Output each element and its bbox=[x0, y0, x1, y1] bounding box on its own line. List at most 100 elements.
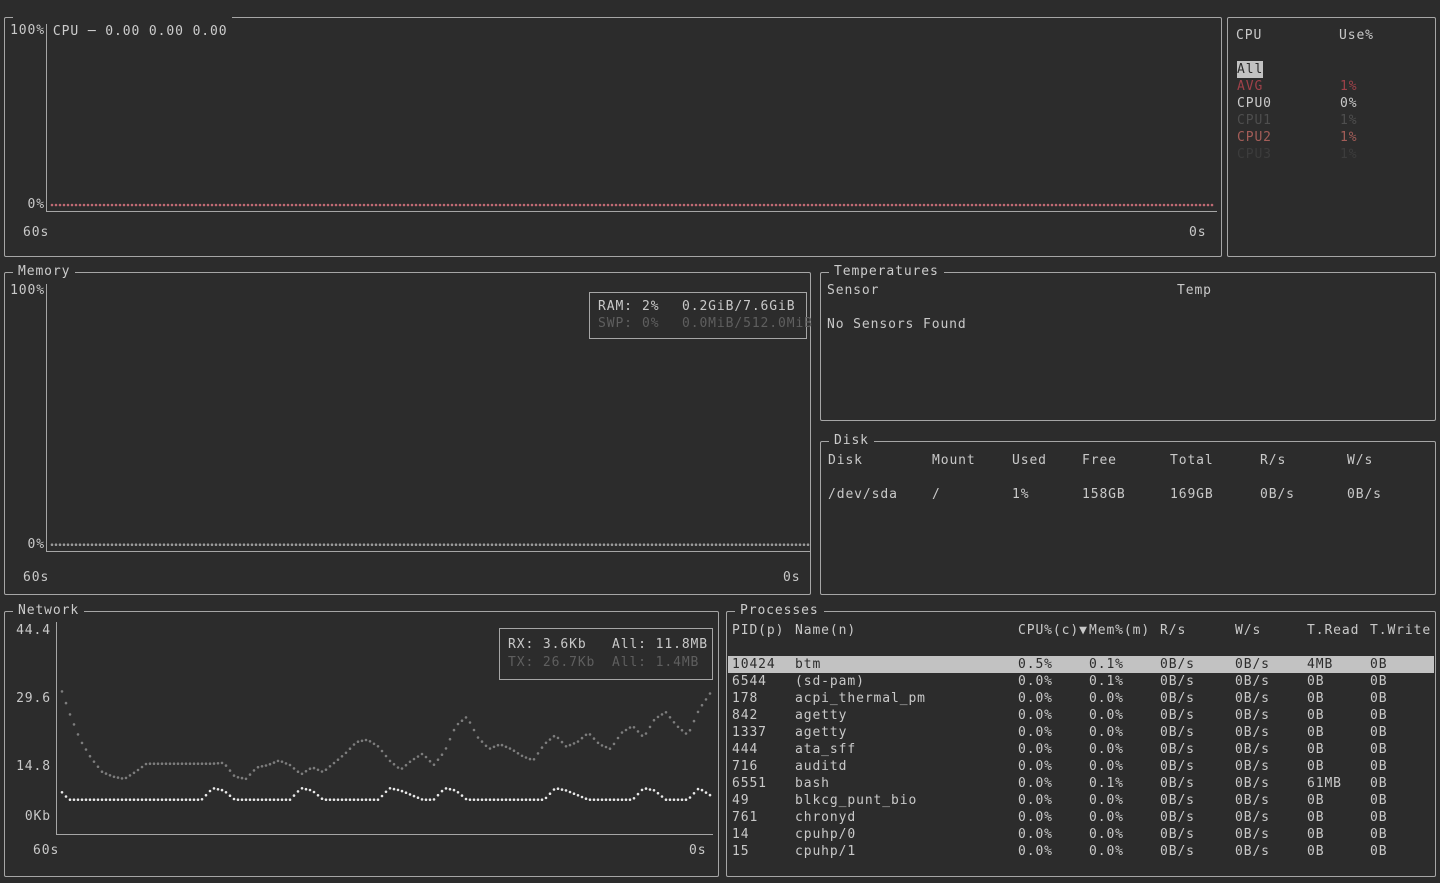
network-series-rx-dot bbox=[217, 788, 220, 791]
memory-series-ram-dot bbox=[363, 543, 366, 546]
network-series-tx-dot bbox=[509, 747, 512, 750]
process-cell: 0B bbox=[1370, 809, 1387, 826]
cpu-series-avg-dot bbox=[399, 204, 402, 207]
cpu-series-avg-dot bbox=[551, 204, 554, 207]
network-series-rx-dot bbox=[273, 798, 276, 801]
memory-series-ram-dot bbox=[95, 543, 98, 546]
cpu-legend-row-all[interactable]: All bbox=[1229, 61, 1434, 78]
disk-column-header[interactable]: Total bbox=[1170, 452, 1214, 469]
disk-column-header[interactable]: Free bbox=[1082, 452, 1117, 469]
processes-panel-title: Processes bbox=[735, 603, 824, 618]
network-series-rx-dot bbox=[389, 787, 392, 790]
process-row[interactable]: 49blkcg_punt_bio0.0%0.0%0B/s0B/s0B0B bbox=[728, 792, 1434, 809]
process-row[interactable]: 716auditd0.0%0.0%0B/s0B/s0B0B bbox=[728, 758, 1434, 775]
process-cell: 0B/s bbox=[1235, 758, 1270, 775]
disk-column-header[interactable]: Disk bbox=[828, 452, 863, 469]
memory-series-ram-dot bbox=[223, 543, 226, 546]
network-series-rx-dot bbox=[317, 794, 320, 797]
process-cell: 0.0% bbox=[1089, 843, 1124, 860]
process-row[interactable]: 178acpi_thermal_pm0.0%0.0%0B/s0B/s0B0B bbox=[728, 690, 1434, 707]
memory-series-ram-dot bbox=[455, 543, 458, 546]
cpu-series-avg-dot bbox=[1035, 204, 1038, 207]
cpu-series-avg-dot bbox=[1111, 204, 1114, 207]
process-column-header[interactable]: W/s bbox=[1235, 622, 1261, 639]
process-column-header[interactable]: T.Write bbox=[1370, 622, 1431, 639]
cpu-usage-chart[interactable] bbox=[48, 24, 1216, 210]
disk-panel[interactable]: Disk DiskMountUsedFreeTotalR/sW/s /dev/s… bbox=[820, 441, 1436, 595]
cpu-series-avg-dot bbox=[555, 204, 558, 207]
process-column-header[interactable]: PID(p) bbox=[732, 622, 784, 639]
process-column-header[interactable]: Mem%(m) bbox=[1089, 622, 1150, 639]
process-row[interactable]: 6544(sd-pam)0.0%0.1%0B/s0B/s0B0B bbox=[728, 673, 1434, 690]
network-series-tx-dot bbox=[433, 763, 436, 766]
network-series-rx-dot bbox=[245, 798, 248, 801]
memory-series-ram-dot bbox=[191, 543, 194, 546]
cpu-legend-row-avg[interactable]: AVG1% bbox=[1229, 78, 1434, 95]
process-column-header[interactable]: T.Read bbox=[1307, 622, 1359, 639]
memory-series-ram-dot bbox=[599, 543, 602, 546]
network-series-tx-dot bbox=[345, 752, 348, 755]
cpu-series-avg-dot bbox=[863, 204, 866, 207]
memory-series-ram-dot bbox=[635, 543, 638, 546]
process-column-header[interactable]: R/s bbox=[1160, 622, 1186, 639]
cpu-series-avg-dot bbox=[1203, 204, 1206, 207]
cpu-series-avg-dot bbox=[923, 204, 926, 207]
memory-series-ram-dot bbox=[695, 543, 698, 546]
cpu-series-avg-dot bbox=[523, 204, 526, 207]
cpu-legend-row-cpu0[interactable]: CPU00% bbox=[1229, 95, 1434, 112]
network-series-tx-dot bbox=[685, 732, 688, 735]
memory-series-ram-dot bbox=[399, 543, 402, 546]
cpu-series-avg-dot bbox=[343, 204, 346, 207]
swap-usage: 0.0MiB/512.0MiB bbox=[682, 315, 813, 332]
disk-column-header[interactable]: W/s bbox=[1347, 452, 1373, 469]
cpu-series-avg-dot bbox=[815, 204, 818, 207]
process-row[interactable]: 761chronyd0.0%0.0%0B/s0B/s0B0B bbox=[728, 809, 1434, 826]
process-cell: 0B bbox=[1370, 792, 1387, 809]
process-row[interactable]: 444ata_sff0.0%0.0%0B/s0B/s0B0B bbox=[728, 741, 1434, 758]
cpu-legend-row-cpu3[interactable]: CPU31% bbox=[1229, 146, 1434, 163]
process-cell: 0B/s bbox=[1235, 724, 1270, 741]
memory-series-ram-dot bbox=[671, 543, 674, 546]
cpu-legend-panel[interactable]: CPU Use% AllAVG1%CPU00%CPU11%CPU21%CPU31… bbox=[1227, 17, 1436, 257]
cpu-series-avg-dot bbox=[723, 204, 726, 207]
process-row[interactable]: 10424btm0.5%0.1%0B/s0B/s4MB0B bbox=[728, 656, 1434, 673]
cpu-series-avg-dot bbox=[459, 204, 462, 207]
temperatures-col-sensor[interactable]: Sensor bbox=[827, 282, 879, 299]
cpu-series-avg-dot bbox=[795, 204, 798, 207]
cpu-series-avg-dot bbox=[211, 204, 214, 207]
disk-column-header[interactable]: Mount bbox=[932, 452, 976, 469]
cpu-legend-label: CPU2 bbox=[1237, 129, 1272, 146]
disk-column-header[interactable]: R/s bbox=[1260, 452, 1286, 469]
cpu-series-avg-dot bbox=[587, 204, 590, 207]
memory-series-ram-dot bbox=[87, 543, 90, 546]
disk-column-header[interactable]: Used bbox=[1012, 452, 1047, 469]
memory-series-ram-dot bbox=[451, 543, 454, 546]
cpu-series-avg-dot bbox=[999, 204, 1002, 207]
network-series-rx-dot bbox=[457, 791, 460, 794]
process-column-header[interactable]: Name(n) bbox=[795, 622, 856, 639]
cpu-series-avg-dot bbox=[743, 204, 746, 207]
process-row[interactable]: 6551bash0.0%0.1%0B/s0B/s61MB0B bbox=[728, 775, 1434, 792]
processes-panel[interactable]: Processes PID(p)Name(n)CPU%(c)▼Mem%(m)R/… bbox=[726, 611, 1436, 877]
temperatures-panel[interactable]: Temperatures Sensor Temp No Sensors Foun… bbox=[820, 272, 1436, 421]
process-row[interactable]: 842agetty0.0%0.0%0B/s0B/s0B0B bbox=[728, 707, 1434, 724]
process-row[interactable]: 1337agetty0.0%0.0%0B/s0B/s0B0B bbox=[728, 724, 1434, 741]
network-series-tx-dot bbox=[549, 738, 552, 741]
cpu-series-avg-dot bbox=[847, 204, 850, 207]
network-panel[interactable]: Network 44.4 29.6 14.8 0Kb RX: 3.6Kb All… bbox=[4, 611, 719, 877]
process-row[interactable]: 15cpuhp/10.0%0.0%0B/s0B/s0B0B bbox=[728, 843, 1434, 860]
process-column-header[interactable]: CPU%(c)▼ bbox=[1018, 622, 1088, 639]
cpu-panel[interactable]: CPU ─ 0.00 0.00 0.00 100% 0% 60s 0s bbox=[4, 17, 1222, 257]
memory-panel[interactable]: Memory 100% 0% RAM: 2% 0.2GiB/7.6GiB SWP… bbox=[4, 272, 811, 595]
network-series-rx-dot bbox=[481, 798, 484, 801]
disk-cell: 158GB bbox=[1082, 486, 1126, 503]
network-series-rx-dot bbox=[669, 798, 672, 801]
memory-series-ram-dot bbox=[423, 543, 426, 546]
process-row[interactable]: 14cpuhp/00.0%0.0%0B/s0B/s0B0B bbox=[728, 826, 1434, 843]
cpu-legend-row-cpu2[interactable]: CPU21% bbox=[1229, 129, 1434, 146]
network-series-tx-dot bbox=[673, 721, 676, 724]
network-series-tx-dot bbox=[573, 742, 576, 745]
temperatures-col-temp[interactable]: Temp bbox=[1177, 282, 1212, 299]
disk-row[interactable]: /dev/sda/1%158GB169GB0B/s0B/s bbox=[822, 486, 1434, 503]
cpu-legend-row-cpu1[interactable]: CPU11% bbox=[1229, 112, 1434, 129]
